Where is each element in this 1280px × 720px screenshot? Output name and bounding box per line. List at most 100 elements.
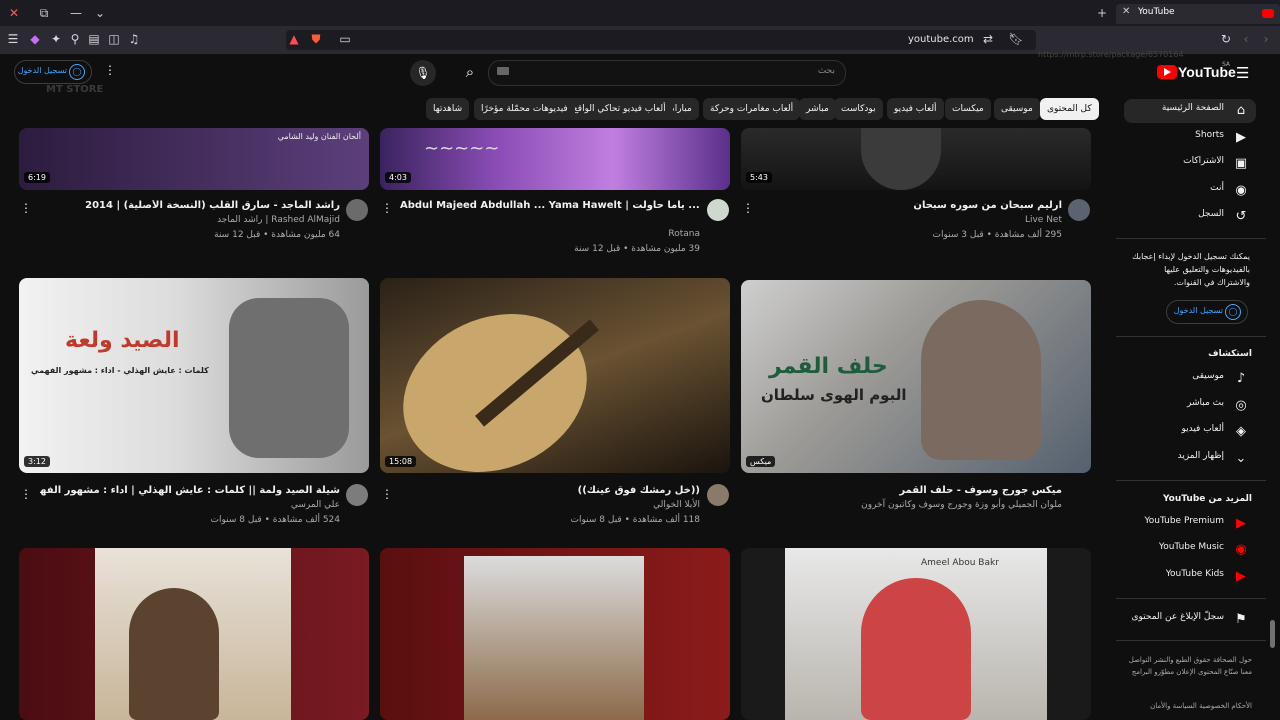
tabs-menu-icon[interactable]: ⌄ <box>90 4 110 22</box>
search-input[interactable]: بحث <box>488 60 846 86</box>
screen-icon[interactable]: ▭ <box>337 31 353 47</box>
chip-mixes[interactable]: ميكسات <box>945 98 991 120</box>
sidebar-footer-links-2[interactable]: الأحكام الخصوصية السياسة والأمان <box>1116 702 1252 710</box>
video-thumbnail[interactable]: الصيد ولعة كلمات : عايش الهذلي - اداء : … <box>19 278 369 473</box>
video-title[interactable]: ((خل رمشك فوق عينك)) <box>400 485 700 496</box>
share-icon[interactable]: ⇄ <box>980 31 996 47</box>
sidebar-sign-in-label: تسجيل الدخول <box>1173 306 1223 315</box>
sidebar-item-gaming[interactable]: ◈ ألعاب فيديو <box>1124 420 1256 444</box>
sidebar-item-home[interactable]: ⌂ الصفحة الرئيسية <box>1124 99 1256 123</box>
channel-name[interactable]: الأبلا الخوالي <box>400 500 700 510</box>
chip-recently-uploaded[interactable]: فيديوهات محمّلة مؤخرًا <box>474 98 575 120</box>
browser-tab-youtube[interactable]: ✕ YouTube <box>1116 4 1280 24</box>
channel-name[interactable]: Live Net <box>760 215 1062 225</box>
sign-in-button[interactable]: ◯ تسجيل الدخول <box>14 60 92 84</box>
sidebar-item-report[interactable]: ⚑ سجلّ الإبلاغ عن المحتوى <box>1124 608 1256 632</box>
video-menu-icon[interactable]: ⋮ <box>381 486 393 502</box>
sidebar-item-label: أنت <box>1210 183 1224 193</box>
chip-podcasts[interactable]: بودكاست <box>834 98 883 120</box>
close-icon[interactable]: ✕ <box>4 4 24 22</box>
video-menu-icon[interactable]: ⋮ <box>381 200 393 216</box>
url-text[interactable]: youtube.com <box>908 34 974 45</box>
back-icon[interactable]: ‹ <box>1238 31 1254 47</box>
video-thumbnail[interactable]: ~~~~~ 4:03 <box>380 128 730 190</box>
new-tab-icon[interactable]: + <box>1092 4 1112 22</box>
sidebar-item-you[interactable]: ◉ أنت <box>1124 179 1256 203</box>
chip-action-adventure[interactable]: ألعاب مغامرات وحركة <box>703 98 801 120</box>
sidebar-icon[interactable]: ◫ <box>106 31 122 47</box>
minimize-icon[interactable]: — <box>66 4 86 22</box>
music-icon[interactable]: ♫ <box>126 31 142 47</box>
video-menu-icon[interactable]: ⋮ <box>20 200 32 216</box>
tab-close-icon[interactable]: ✕ <box>1122 6 1130 17</box>
sidebar-sign-in-button[interactable]: ◯ تسجيل الدخول <box>1166 300 1248 324</box>
chip-simulation[interactable]: ألعاب فيديو تحاكي الواقع <box>566 98 673 120</box>
video-menu-icon[interactable]: ⋮ <box>742 200 754 216</box>
video-thumbnail[interactable] <box>19 548 369 720</box>
channel-name[interactable]: علي المرسي <box>40 500 340 510</box>
video-menu-icon[interactable]: ⋮ <box>20 486 32 502</box>
channel-avatar[interactable] <box>346 484 368 506</box>
menu-icon[interactable]: ☰ <box>5 31 21 47</box>
chip-live[interactable]: مباشر <box>799 98 836 120</box>
alert-icon[interactable]: ▲ <box>286 31 302 47</box>
video-title[interactable]: ارليم سبحان من سوره سبحان <box>760 200 1062 211</box>
pin-icon[interactable]: ⚲ <box>67 31 83 47</box>
channel-name[interactable]: Rashed AlMajid | راشد الماجد <box>40 215 340 225</box>
video-title[interactable]: شيلة الصيد ولمة || كلمات : عايش الهذلي |… <box>40 485 340 496</box>
keyboard-icon[interactable] <box>497 67 509 75</box>
channel-name[interactable]: Rotana <box>400 229 700 239</box>
channel-avatar[interactable] <box>707 199 729 221</box>
sidebar-item-show-more[interactable]: ⌄ إظهار المزيد <box>1124 447 1256 471</box>
forward-icon[interactable]: › <box>1258 31 1274 47</box>
sidebar-item-shorts[interactable]: ▶ Shorts <box>1124 126 1256 150</box>
chip-music[interactable]: موسيقى <box>994 98 1040 120</box>
chip-watched[interactable]: شاهدتها <box>426 98 470 120</box>
video-thumbnail[interactable]: حلف القمر البوم الهوى سلطان ميكس <box>741 280 1091 473</box>
home-icon: ⌂ <box>1236 103 1246 118</box>
video-title[interactable]: راشد الماجد - سارق القلب (النسخة الأصلية… <box>40 200 340 211</box>
video-meta: 295 ألف مشاهدة • قبل 3 سنوات <box>932 230 1062 240</box>
shield-icon[interactable]: ⛊ <box>308 31 324 47</box>
thumbnail-photo <box>464 556 644 720</box>
video-title[interactable]: ميكس جورج وسوف - حلف القمر <box>760 485 1062 496</box>
reload-icon[interactable]: ↻ <box>1218 31 1234 47</box>
sidebar-item-label: سجلّ الإبلاغ عن المحتوى <box>1131 612 1224 622</box>
video-thumbnail[interactable]: 5:43 <box>741 128 1091 190</box>
chip-video-games[interactable]: ألعاب فيديو <box>887 98 944 120</box>
video-title[interactable]: Abdul Majeed Abdullah ... Yama Hawelt | … <box>400 200 700 211</box>
video-thumbnail[interactable]: Ameel Abou Bakr <box>741 548 1091 720</box>
window-icon[interactable]: ⧉ <box>34 4 54 22</box>
sidebar-item-music[interactable]: ♪ موسيقى <box>1124 367 1256 391</box>
video-thumbnail[interactable]: ألحان الفنان وليد الشامي 6:19 <box>19 128 369 190</box>
channel-avatar[interactable] <box>707 484 729 506</box>
bookmark-icon[interactable]: 🔖︎ <box>1008 31 1024 47</box>
thumbnail-subheadline: البوم الهوى سلطان <box>761 386 907 404</box>
channel-avatar[interactable] <box>346 199 368 221</box>
video-thumbnail[interactable]: 15:08 <box>380 278 730 473</box>
video-thumbnail[interactable] <box>380 548 730 720</box>
sidebar-item-label: بث مباشر <box>1187 398 1224 408</box>
extension-icon[interactable]: ◆ <box>27 31 43 47</box>
more-options-icon[interactable]: ⋮ <box>104 63 116 77</box>
channel-name[interactable]: ملوان الجميلي وأبو وزة وجورج وسوف وكاتبو… <box>760 500 1062 510</box>
youtube-logo-icon[interactable] <box>1157 65 1177 79</box>
sidebar-item-premium[interactable]: ▶ YouTube Premium <box>1124 512 1256 536</box>
hamburger-icon[interactable]: ☰ <box>1236 64 1249 82</box>
reader-icon[interactable]: ▤ <box>86 31 102 47</box>
search-icon[interactable]: ⌕ <box>458 60 482 84</box>
chip-all[interactable]: كل المحتوى <box>1040 98 1099 120</box>
sidebar-item-kids[interactable]: ▶ YouTube Kids <box>1124 565 1256 589</box>
microphone-icon[interactable]: 🎙︎ <box>410 60 436 86</box>
puzzle-icon[interactable]: ✦ <box>48 31 64 47</box>
mix-badge: ميكس <box>746 456 776 467</box>
sidebar-footer-links[interactable]: حول الصحافة حقوق الطبع والنشر التواصل مع… <box>1116 654 1252 678</box>
sidebar-item-live[interactable]: ◎ بث مباشر <box>1124 394 1256 418</box>
sidebar-item-history[interactable]: ↺ السجل <box>1124 205 1256 229</box>
sidebar-item-subscriptions[interactable]: ▣ الاشتراكات <box>1124 152 1256 176</box>
sidebar-item-music-app[interactable]: ◉ YouTube Music <box>1124 538 1256 562</box>
shorts-icon: ▶ <box>1236 130 1246 145</box>
sidebar-scrollbar[interactable] <box>1270 620 1275 648</box>
thumbnail-figure <box>861 578 971 720</box>
channel-avatar[interactable] <box>1068 199 1090 221</box>
